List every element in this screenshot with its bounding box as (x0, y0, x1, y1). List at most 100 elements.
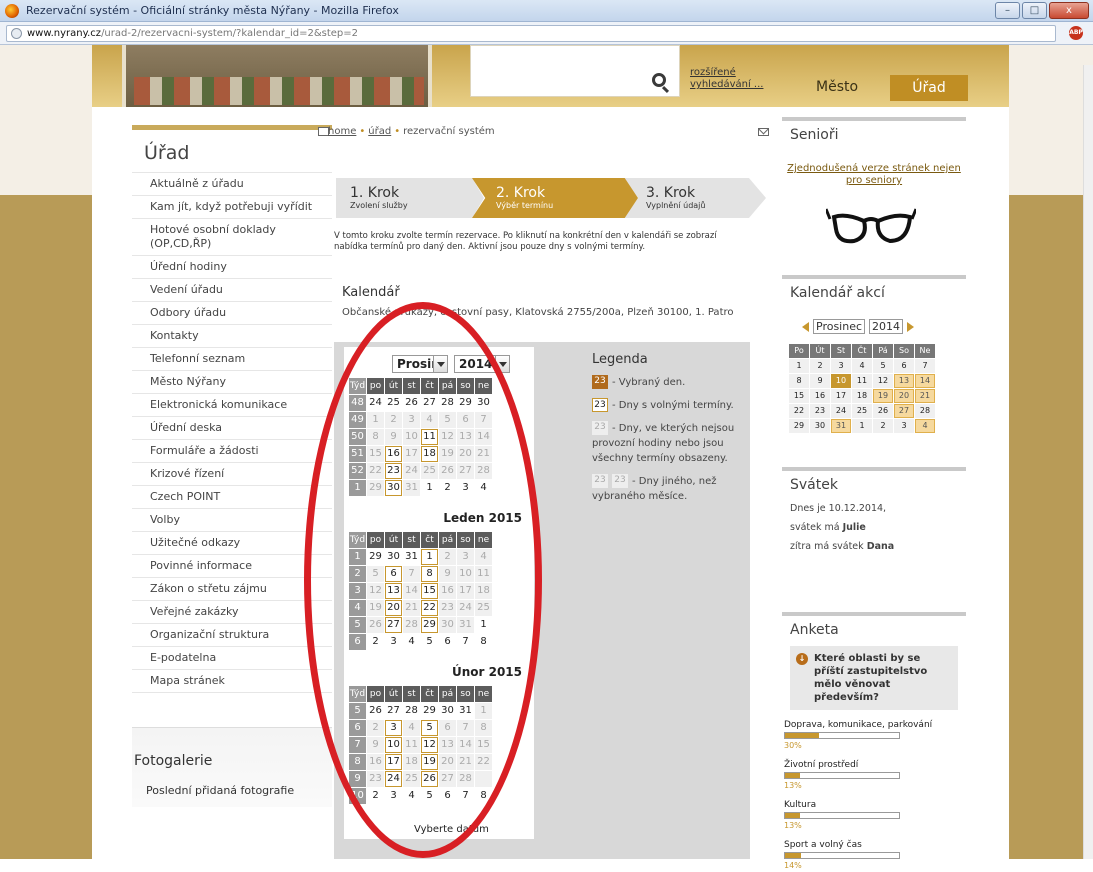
fotogalerie-link[interactable]: Poslední přidaná fotografie (146, 784, 294, 797)
sidebar-item[interactable]: Povinné informace (132, 555, 332, 578)
day-cell[interactable]: 3 (894, 419, 914, 433)
day-cell[interactable]: 18 (852, 389, 872, 403)
day-cell[interactable]: 9 (810, 374, 830, 388)
poll-option[interactable]: Doprava, komunikace, parkování 30% (784, 720, 966, 750)
day-free[interactable]: 1 (421, 549, 438, 565)
events-year-select[interactable]: 2014 (869, 319, 904, 334)
day-cell[interactable]: 11 (852, 374, 872, 388)
advanced-search-link[interactable]: rozšířené vyhledávání ... (690, 67, 770, 91)
sidebar-item[interactable]: Odbory úřadu (132, 302, 332, 325)
day-free[interactable]: 12 (421, 737, 438, 753)
sidebar-item[interactable]: Kontakty (132, 325, 332, 348)
sidebar-item[interactable]: E-podatelna (132, 647, 332, 670)
day-free[interactable]: 6 (385, 566, 402, 582)
poll-option[interactable]: Kultura 13% (784, 800, 966, 830)
mail-icon[interactable] (758, 128, 769, 136)
day-free[interactable]: 29 (421, 617, 438, 633)
sidebar-item[interactable]: Czech POINT (132, 486, 332, 509)
day-free[interactable]: 5 (421, 720, 438, 736)
day-cell[interactable]: 16 (810, 389, 830, 403)
day-cell[interactable]: 2 (810, 359, 830, 373)
day-cell[interactable]: 1 (789, 359, 809, 373)
sidebar-item[interactable]: Zákon o střetu zájmu (132, 578, 332, 601)
sidebar-item[interactable]: Hotové osobní doklady (OP,CD,ŘP) (132, 219, 332, 256)
sidebar-item[interactable]: Užitečné odkazy (132, 532, 332, 555)
day-cell[interactable]: 8 (789, 374, 809, 388)
sidebar-item[interactable]: Organizační struktura (132, 624, 332, 647)
tab-urad[interactable]: Úřad (890, 75, 968, 101)
close-button[interactable]: x (1049, 2, 1089, 19)
day-free[interactable]: 17 (385, 754, 402, 770)
day-cell[interactable]: 25 (852, 404, 872, 418)
day-cell[interactable]: 24 (831, 404, 851, 418)
senior-link[interactable]: Zjednodušená verze stránek nejen pro sen… (782, 163, 966, 187)
day-cell[interactable]: 28 (915, 404, 935, 418)
sidebar-item[interactable]: Formuláře a žádosti (132, 440, 332, 463)
sidebar-item[interactable]: Aktuálně z úřadu (132, 172, 332, 196)
day-cell[interactable]: 4 (852, 359, 872, 373)
prev-month-icon[interactable] (802, 321, 809, 332)
day-cell[interactable]: 22 (789, 404, 809, 418)
sidebar-item[interactable]: Úřední deska (132, 417, 332, 440)
day-free[interactable]: 10 (385, 737, 402, 753)
breadcrumb-urad[interactable]: úřad (368, 126, 391, 137)
next-month-icon[interactable] (907, 321, 915, 332)
events-month-select[interactable]: Prosinec (813, 319, 866, 334)
day-cell[interactable]: 15 (789, 389, 809, 403)
day-free[interactable]: 15 (421, 583, 438, 599)
day-cell[interactable]: 30 (810, 419, 830, 433)
day-free[interactable]: 8 (421, 566, 438, 582)
glasses-icon[interactable] (826, 207, 916, 247)
sidebar-item[interactable]: Úřední hodiny (132, 256, 332, 279)
day-free[interactable]: 16 (385, 446, 402, 462)
event-day[interactable]: 21 (915, 389, 935, 403)
event-day[interactable]: 31 (831, 419, 851, 433)
event-day[interactable]: 13 (894, 374, 914, 388)
scrollbar[interactable] (1083, 65, 1093, 859)
day-cell[interactable]: 6 (894, 359, 914, 373)
day-free[interactable]: 20 (385, 600, 402, 616)
sidebar-item[interactable]: Vedení úřadu (132, 279, 332, 302)
sidebar-item[interactable]: Elektronická komunikace (132, 394, 332, 417)
today-cell[interactable]: 10 (831, 374, 851, 388)
day-cell[interactable]: 29 (789, 419, 809, 433)
day-cell[interactable]: 12 (873, 374, 893, 388)
url-field[interactable]: www.nyrany.cz/urad-2/rezervacni-system/?… (6, 25, 1056, 42)
day-cell[interactable]: 2 (873, 419, 893, 433)
adblock-icon[interactable]: ABP (1069, 26, 1083, 40)
month-select[interactable]: Prosin (392, 355, 448, 373)
day-free[interactable]: 13 (385, 583, 402, 599)
day-cell[interactable]: 26 (873, 404, 893, 418)
day-free[interactable]: 22 (421, 600, 438, 616)
day-free[interactable]: 18 (421, 446, 438, 462)
sidebar-item[interactable]: Volby (132, 509, 332, 532)
day-free[interactable]: 19 (421, 754, 438, 770)
poll-option[interactable]: Životní prostředí 13% (784, 760, 966, 790)
search-icon[interactable] (652, 73, 666, 87)
day-cell[interactable]: 23 (810, 404, 830, 418)
event-day[interactable]: 27 (894, 404, 914, 418)
day-free[interactable]: 23 (385, 463, 402, 479)
sidebar-item[interactable]: Telefonní seznam (132, 348, 332, 371)
day-cell[interactable]: 17 (831, 389, 851, 403)
event-day[interactable]: 19 (873, 389, 893, 403)
sidebar-item[interactable]: Mapa stránek (132, 670, 332, 693)
sidebar-item[interactable]: Město Nýřany (132, 371, 332, 394)
day-cell[interactable]: 5 (873, 359, 893, 373)
event-day[interactable]: 14 (915, 374, 935, 388)
event-day[interactable]: 20 (894, 389, 914, 403)
search-input[interactable] (470, 45, 680, 97)
sidebar-item[interactable]: Krizové řízení (132, 463, 332, 486)
sidebar-item[interactable]: Veřejné zakázky (132, 601, 332, 624)
breadcrumb-home[interactable]: home (328, 126, 356, 137)
year-select[interactable]: 2014 (454, 355, 510, 373)
day-free[interactable]: 26 (421, 771, 438, 787)
day-free[interactable]: 24 (385, 771, 402, 787)
day-cell[interactable]: 3 (831, 359, 851, 373)
day-cell[interactable]: 7 (915, 359, 935, 373)
day-free[interactable]: 11 (421, 429, 438, 445)
day-free[interactable]: 27 (385, 617, 402, 633)
event-day[interactable]: 4 (915, 419, 935, 433)
sidebar-item[interactable]: Kam jít, když potřebuji vyřídit (132, 196, 332, 219)
minimize-button[interactable]: – (995, 2, 1020, 19)
